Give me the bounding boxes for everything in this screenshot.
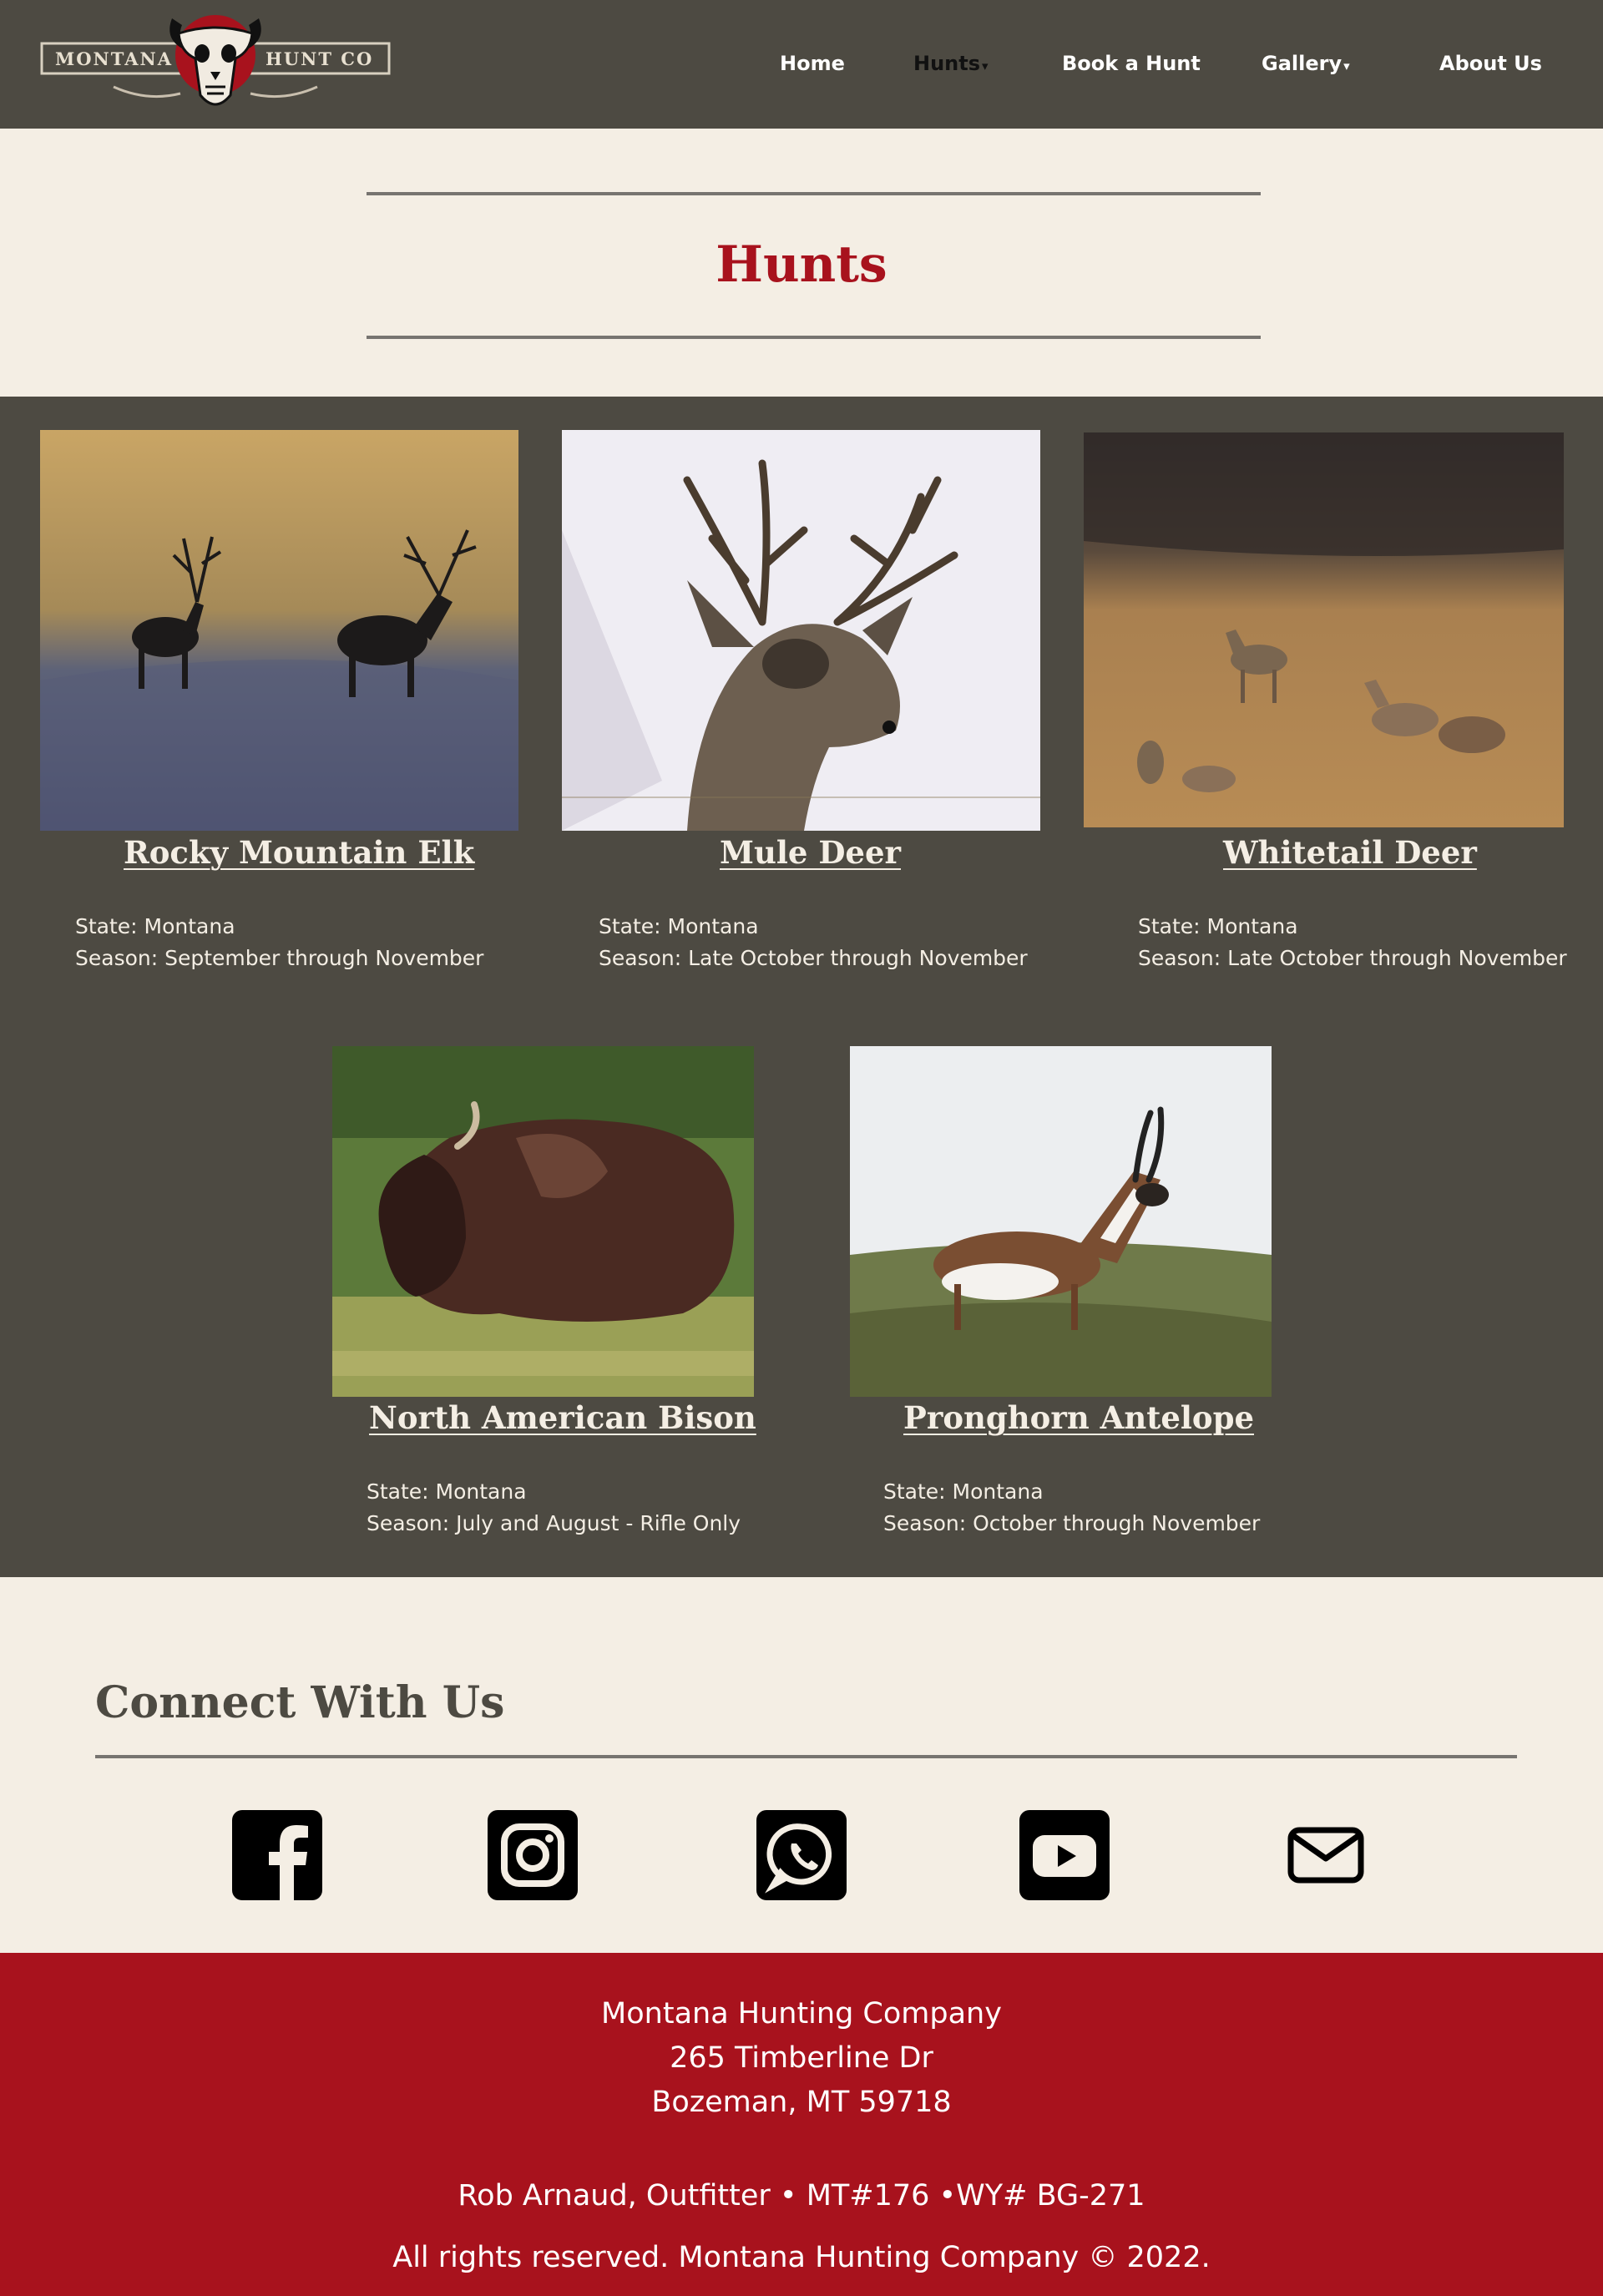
pronghorn-photo[interactable] <box>850 1046 1272 1397</box>
main-nav: Home Hunts ▾ Book a Hunt Gallery ▾ About U… <box>0 0 1603 129</box>
hunt-state: State: Montana <box>367 1479 527 1504</box>
hunt-state: State: Montana <box>75 914 235 938</box>
nav-book-a-hunt[interactable]: Book a Hunt <box>1062 52 1201 75</box>
instagram-icon[interactable] <box>488 1810 578 1900</box>
hunt-state: State: Montana <box>883 1479 1044 1504</box>
hunts-grid: Rocky Mountain Elk State: Montana Season… <box>0 397 1603 1577</box>
footer-outfitter: Rob Arnaud, Outfitter • MT#176 •WY# BG-2… <box>458 2179 1145 2213</box>
hunt-season: Season: Late October through November <box>1138 946 1567 970</box>
title-section: Hunts <box>0 129 1603 397</box>
hunt-info-bison: State: Montana Season: July and August -… <box>367 1476 741 1540</box>
nav-book-a-hunt-label: Book a Hunt <box>1062 52 1201 75</box>
bison-photo[interactable] <box>332 1046 754 1397</box>
connect-title: Connect With Us <box>95 1677 505 1728</box>
footer-city: Bozeman, MT 59718 <box>651 2086 952 2119</box>
hunt-season: Season: October through November <box>883 1511 1261 1535</box>
hunt-state: State: Montana <box>599 914 759 938</box>
nav-about-us-label: About Us <box>1439 52 1542 75</box>
nav-about-us[interactable]: About Us <box>1439 52 1542 75</box>
hunt-title-elk[interactable]: Rocky Mountain Elk <box>124 834 474 871</box>
connect-section: Connect With Us <box>0 1577 1603 1953</box>
nav-gallery[interactable]: Gallery ▾ <box>1262 52 1350 75</box>
nav-home[interactable]: Home <box>780 52 845 75</box>
mule-deer-photo[interactable] <box>562 430 1040 831</box>
mail-icon[interactable] <box>1281 1810 1371 1900</box>
hunt-title-whitetail-deer[interactable]: Whitetail Deer <box>1223 834 1477 871</box>
chevron-down-icon: ▾ <box>1343 58 1350 73</box>
connect-rule <box>95 1755 1517 1758</box>
footer-copyright: All rights reserved. Montana Hunting Com… <box>392 2241 1211 2274</box>
nav-hunts[interactable]: Hunts ▾ <box>913 52 989 75</box>
title-rule-top <box>367 192 1261 195</box>
title-rule-bottom <box>367 336 1261 339</box>
nav-home-label: Home <box>780 52 845 75</box>
whatsapp-icon[interactable] <box>756 1810 847 1900</box>
hunt-state: State: Montana <box>1138 914 1298 938</box>
hunt-info-pronghorn: State: Montana Season: October through N… <box>883 1476 1260 1540</box>
hunt-season: Season: Late October through November <box>599 946 1028 970</box>
hunt-info-whitetail-deer: State: Montana Season: Late October thro… <box>1138 911 1567 974</box>
hunt-info-mule-deer: State: Montana Season: Late October thro… <box>599 911 1028 974</box>
youtube-icon[interactable] <box>1019 1810 1110 1900</box>
nav-gallery-label: Gallery <box>1262 52 1343 75</box>
hunt-season: Season: July and August - Rifle Only <box>367 1511 741 1535</box>
elk-photo[interactable] <box>40 430 518 831</box>
hunt-title-pronghorn[interactable]: Pronghorn Antelope <box>903 1399 1254 1436</box>
facebook-icon[interactable] <box>232 1810 322 1900</box>
hunt-season: Season: September through November <box>75 946 484 970</box>
page-title: Hunts <box>716 235 887 294</box>
whitetail-deer-photo[interactable] <box>1084 432 1564 827</box>
site-header: MONTANA HUNT CO Home Hunts ▾ Book a Hunt … <box>0 0 1603 129</box>
nav-hunts-label: Hunts <box>913 52 981 75</box>
hunt-title-mule-deer[interactable]: Mule Deer <box>720 834 901 871</box>
chevron-down-icon: ▾ <box>982 58 989 73</box>
footer-company: Montana Hunting Company <box>601 1997 1002 2030</box>
footer-street: 265 Timberline Dr <box>670 2041 933 2075</box>
hunt-title-bison[interactable]: North American Bison <box>369 1399 756 1436</box>
hunt-info-elk: State: Montana Season: September through… <box>75 911 483 974</box>
site-footer: Montana Hunting Company 265 Timberline D… <box>0 1953 1603 2296</box>
